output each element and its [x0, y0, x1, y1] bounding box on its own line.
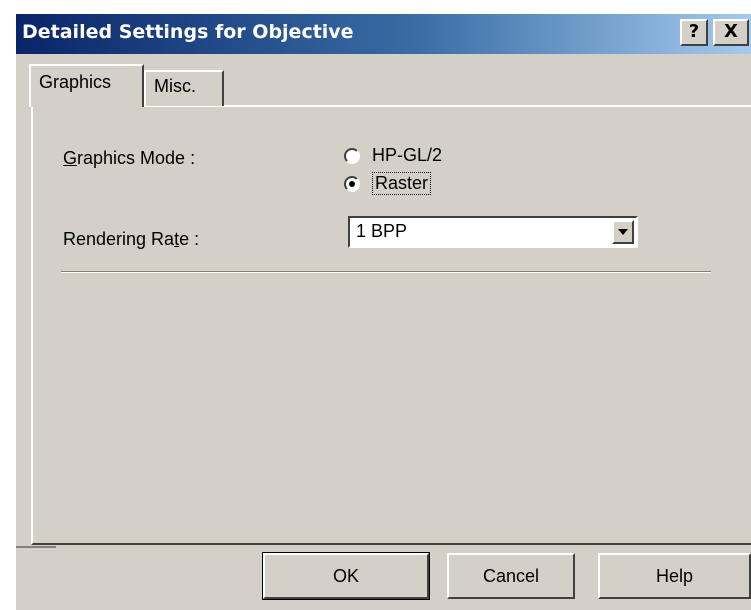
- radio-hpgl2-label: HP-GL/2: [372, 145, 443, 165]
- left-margin: [0, 0, 16, 610]
- rendering-rate-label-post: e :: [179, 229, 200, 249]
- divider: [61, 271, 711, 273]
- rendering-rate-label-pre: Rendering Ra: [63, 229, 175, 249]
- radio-raster[interactable]: Raster: [344, 172, 432, 195]
- graphics-mode-label-text: raphics Mode :: [77, 148, 196, 168]
- radio-raster-label: Raster: [372, 172, 432, 195]
- rendering-rate-select[interactable]: 1 BPP: [348, 216, 638, 248]
- panel-edge-line: [16, 546, 56, 548]
- radio-hpgl2[interactable]: HP-GL/2: [344, 145, 442, 166]
- radio-button-icon[interactable]: [344, 147, 360, 164]
- rendering-rate-value: 1 BPP: [356, 221, 408, 241]
- window-title: Detailed Settings for Objective: [22, 21, 354, 43]
- rendering-rate-label: Rendering Rate :: [63, 229, 199, 250]
- help-button[interactable]: Help: [598, 553, 751, 599]
- tab-misc[interactable]: Misc.: [144, 70, 224, 106]
- radio-button-checked-icon[interactable]: [344, 175, 360, 192]
- help-icon[interactable]: ?: [680, 19, 708, 46]
- top-margin: [0, 0, 751, 14]
- close-icon[interactable]: X: [713, 19, 749, 46]
- tab-panel-graphics: [31, 105, 751, 545]
- ok-button[interactable]: OK: [262, 552, 430, 600]
- settings-dialog: Detailed Settings for Objective ? X Grap…: [0, 0, 751, 610]
- graphics-mode-label-accesskey: G: [63, 148, 78, 168]
- cancel-button[interactable]: Cancel: [447, 553, 575, 599]
- graphics-mode-label: Graphics Mode :: [63, 148, 195, 169]
- title-bar[interactable]: Detailed Settings for Objective ? X: [16, 14, 751, 54]
- tab-graphics[interactable]: Graphics: [29, 64, 144, 107]
- chevron-down-icon[interactable]: [612, 220, 634, 244]
